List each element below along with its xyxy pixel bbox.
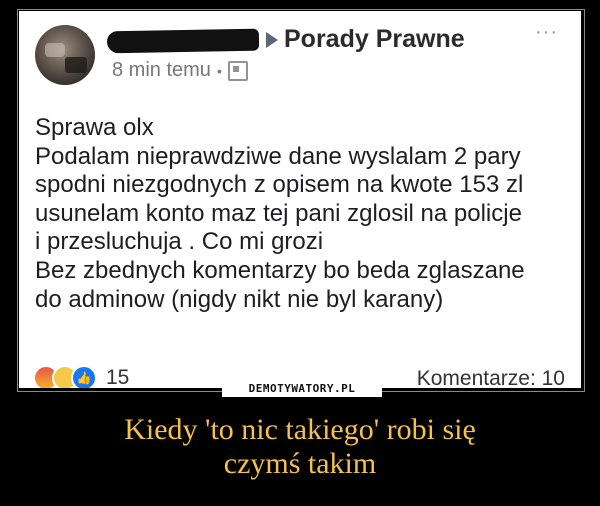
comments-count-link[interactable]: Komentarze: 10 <box>417 367 565 388</box>
avatar[interactable] <box>35 25 95 85</box>
like-reaction-icon: 👍 <box>71 365 97 388</box>
post-line: Podalam nieprawdziwe dane wyslalam 2 par… <box>35 142 521 170</box>
avatar-detail <box>45 43 65 57</box>
reactions-summary[interactable]: 👍 15 <box>33 365 129 388</box>
group-name[interactable]: Porady Prawne <box>284 25 465 54</box>
redacted-author-name <box>106 28 260 54</box>
post-timestamp[interactable]: 8 min temu <box>112 59 211 82</box>
post-meta: 8 min temu • <box>112 59 248 82</box>
post-line: usunelam konto maz tej pani zglosil na p… <box>35 199 522 227</box>
post-line: do adminow (nigdy nikt nie byl karany) <box>35 285 444 313</box>
post-line: spodni niezgodnych z opisem na kwote 153… <box>35 171 524 199</box>
reaction-count: 15 <box>106 366 130 388</box>
caption: Kiedy 'to nic takiego' robi się czymś ta… <box>0 413 600 481</box>
separator-dot: • <box>216 62 222 79</box>
caption-line: Kiedy 'to nic takiego' robi się <box>124 413 476 446</box>
privacy-group-icon <box>227 60 248 81</box>
post-line: Bez zbednych komentarzy bo beda zglaszan… <box>35 256 525 284</box>
post-line: i przesluchuja . Co mi grozi <box>35 228 324 256</box>
watermark: DEMOTYWATORY.PL <box>222 381 382 397</box>
avatar-detail <box>65 57 87 73</box>
post-body: Sprawa olx Podalam nieprawdziwe dane wys… <box>35 114 575 314</box>
post-line: Sprawa olx <box>35 114 154 141</box>
more-options-button[interactable]: ··· <box>535 21 558 44</box>
facebook-post: Porady Prawne ··· 8 min temu • Sprawa ol… <box>19 11 581 388</box>
caption-line: czymś takim <box>223 447 377 480</box>
triangle-right-icon <box>266 32 278 48</box>
